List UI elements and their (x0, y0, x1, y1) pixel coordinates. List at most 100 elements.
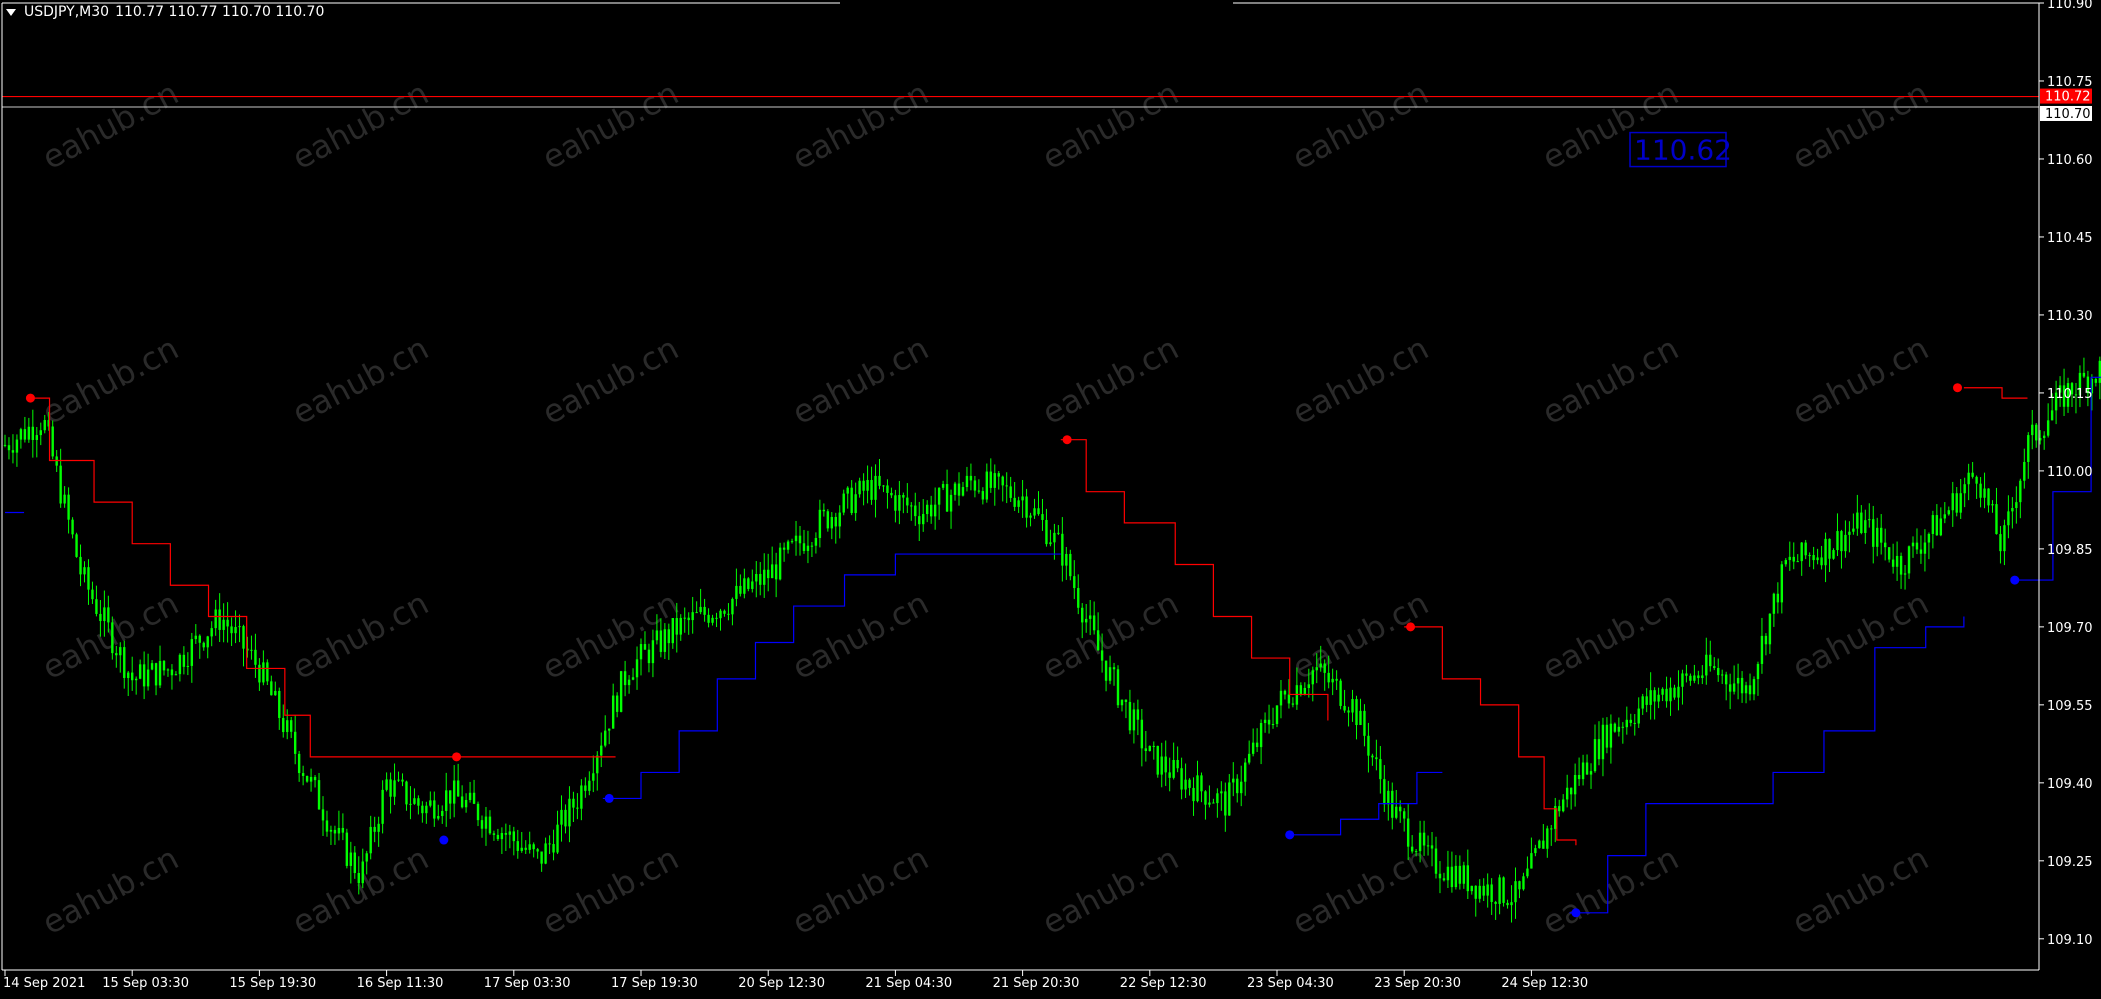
candle-body (1812, 555, 1815, 561)
candle-body (19, 429, 23, 440)
candle-body (1287, 694, 1291, 704)
candle-body (83, 567, 86, 575)
candle-body (1891, 559, 1895, 567)
red-signal-dot (1953, 383, 1963, 393)
price-chart[interactable]: eahub.cn eahub.cn eahub.cn eahub.cn eahub.cn… (0, 0, 2101, 995)
x-tick-label: 17 Sep 19:30 (611, 976, 698, 991)
candle-body (1657, 694, 1660, 702)
candle-body (1009, 486, 1012, 498)
candle-body (417, 798, 420, 806)
candle-body (250, 649, 253, 651)
candle-body (1581, 762, 1585, 780)
candle-body (512, 831, 515, 842)
candle-body (23, 429, 27, 440)
candle-body (945, 484, 949, 512)
candle-body (429, 800, 432, 806)
candle-body (981, 491, 985, 500)
candle-body (500, 833, 504, 840)
candle-body (1629, 719, 1632, 723)
candle-body (961, 487, 965, 496)
candle-body (154, 663, 158, 686)
candle-body (1880, 527, 1883, 543)
candle-body (1613, 723, 1617, 732)
candle-body (1983, 488, 1986, 498)
candle-body (667, 629, 671, 644)
candle-body (2050, 410, 2054, 421)
candle-body (854, 494, 857, 514)
candle-body (1387, 790, 1390, 805)
candle-body (27, 426, 31, 440)
candle-body (1331, 678, 1334, 683)
candle-body (71, 519, 74, 535)
candle-body (1311, 670, 1314, 685)
symbol-label: USDJPY,M30 (24, 4, 110, 20)
candle-body (115, 653, 118, 656)
candle-body (949, 494, 953, 512)
candle-body (1975, 476, 1978, 484)
y-tick-label: 110.45 (2047, 231, 2093, 246)
candle-body (1903, 573, 1907, 575)
candle-body (1693, 675, 1696, 681)
candle-body (707, 614, 710, 623)
candle-body (1740, 677, 1744, 694)
candle-body (393, 780, 396, 797)
candle-body (1033, 508, 1036, 516)
candle-body (1347, 710, 1350, 713)
candle-body (1236, 778, 1239, 794)
candle-body (751, 581, 754, 589)
candle-body (1927, 533, 1931, 543)
candle-body (1092, 615, 1096, 631)
candle-body (1502, 877, 1505, 903)
candle-body (846, 487, 849, 494)
candle-body (174, 674, 178, 676)
candle-body (1991, 504, 1994, 506)
candle-body (790, 541, 794, 543)
candle-body (977, 490, 981, 492)
candle-body (1907, 546, 1911, 574)
candle-body (214, 609, 217, 629)
dropdown-triangle-icon[interactable] (6, 8, 16, 16)
candle-body (1426, 845, 1430, 847)
candle-body (1172, 760, 1175, 778)
candle-body (1550, 828, 1553, 830)
candle-body (1116, 669, 1120, 706)
candle-body (1593, 739, 1597, 772)
candle-body (1200, 775, 1203, 792)
candle-body (870, 479, 873, 500)
candle-body (882, 485, 885, 487)
candle-body (1438, 873, 1442, 879)
candle-body (778, 547, 782, 580)
candle-body (1589, 771, 1593, 775)
candle-body (1923, 542, 1927, 554)
blue-signal-dot (1285, 830, 1295, 840)
candle-body (270, 681, 273, 696)
candle-body (1470, 885, 1473, 892)
candle-body (953, 483, 957, 495)
candle-body (1490, 884, 1493, 902)
candle-body (910, 505, 913, 507)
chart-area[interactable]: eahub.cn eahub.cn eahub.cn eahub.cn eahub.cn… (0, 0, 2101, 995)
candle-body (1860, 512, 1863, 533)
candle-body (202, 642, 205, 648)
candle-body (1530, 853, 1533, 869)
candle-body (993, 473, 996, 488)
candle-body (1414, 851, 1418, 853)
candle-body (31, 426, 35, 440)
candle-body (1069, 553, 1072, 577)
x-tick-label: 23 Sep 20:30 (1374, 976, 1461, 991)
candle-body (663, 629, 667, 652)
candle-body (985, 471, 989, 500)
bid-price-text: 110.70 (2045, 107, 2091, 122)
candle-body (1192, 787, 1195, 802)
x-tick-label: 22 Sep 12:30 (1120, 976, 1207, 991)
candle-body (1625, 719, 1628, 728)
candle-body (1156, 745, 1159, 775)
y-tick-label: 109.40 (2047, 777, 2093, 792)
candle-body (1283, 690, 1287, 695)
candle-body (862, 480, 865, 491)
candle-body (1963, 484, 1966, 494)
candle-body (254, 649, 257, 665)
candle-body (568, 798, 571, 827)
candle-body (1399, 806, 1402, 812)
candle-body (127, 672, 130, 678)
